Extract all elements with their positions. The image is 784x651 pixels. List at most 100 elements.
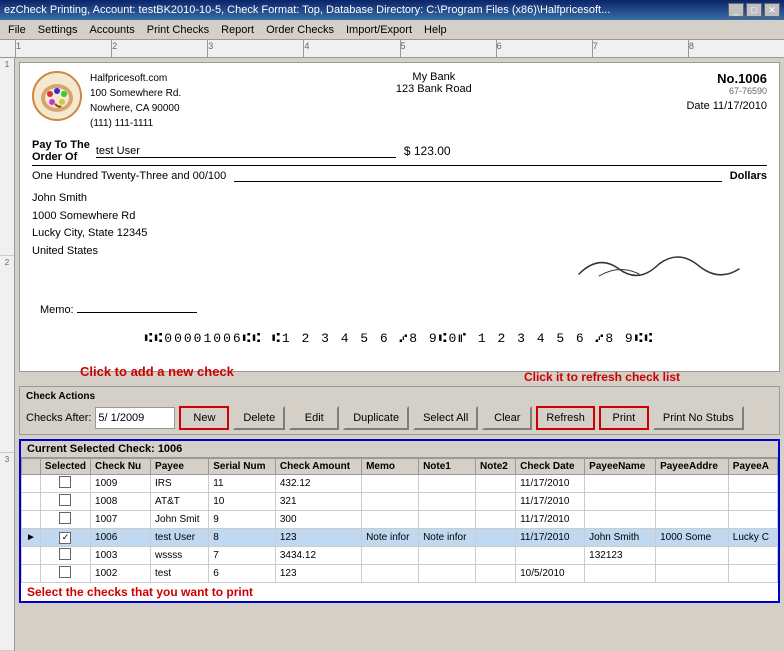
menu-bar: File Settings Accounts Print Checks Repo… — [0, 20, 784, 40]
row-memo — [362, 511, 419, 529]
close-button[interactable]: ✕ — [764, 3, 780, 17]
row-payee-addr — [656, 511, 729, 529]
check-actions-label: Check Actions — [26, 391, 773, 402]
row-payee: AT&T — [151, 493, 209, 511]
row-payee-addr — [656, 475, 729, 493]
row-serial: 7 — [209, 547, 276, 565]
check-routing: 67-76590 — [686, 86, 767, 96]
title-bar: ezCheck Printing, Account: testBK2010-10… — [0, 0, 784, 20]
check-logo-section: Halfpricesoft.com 100 Somewhere Rd. Nowh… — [32, 71, 181, 131]
palette-icon — [37, 76, 77, 116]
table-row[interactable]: ► ✓ 1006 test User 8 123 Note infor Note… — [22, 529, 778, 547]
row-payee-name — [585, 493, 656, 511]
check-signature-area — [559, 241, 759, 291]
row-serial: 11 — [209, 475, 276, 493]
table-row[interactable]: 1009 IRS 11 432.12 11/17/2010 — [22, 475, 778, 493]
print-button[interactable]: Print — [599, 406, 649, 430]
row-check-num: 1007 — [91, 511, 151, 529]
minimize-button[interactable]: _ — [728, 3, 744, 17]
menu-order-checks[interactable]: Order Checks — [260, 22, 340, 38]
row-checkbox[interactable] — [59, 548, 71, 560]
checks-after-input[interactable] — [95, 407, 175, 429]
row-checkbox[interactable] — [59, 494, 71, 506]
company-name: Halfpricesoft.com — [90, 71, 181, 86]
row-note1 — [419, 475, 476, 493]
row-amount: 3434.12 — [275, 547, 361, 565]
left-ruler: 1 2 3 — [0, 58, 15, 651]
row-date: 11/17/2010 — [516, 493, 585, 511]
ruler-mark-2: 2 — [111, 40, 207, 58]
row-note2 — [476, 493, 516, 511]
row-checkbox[interactable] — [59, 476, 71, 488]
memo-label: Memo: — [40, 304, 74, 316]
row-check-num: 1008 — [91, 493, 151, 511]
table-row[interactable]: 1002 test 6 123 10/5/2010 — [22, 565, 778, 583]
table-scroll[interactable]: Selected Check Nu Payee Serial Num Check… — [21, 458, 778, 583]
col-payee-addr: PayeeAddre — [656, 459, 729, 475]
col-note2: Note2 — [476, 459, 516, 475]
menu-file[interactable]: File — [2, 22, 32, 38]
row-payee: test User — [151, 529, 209, 547]
addressee-name: John Smith — [32, 190, 767, 208]
row-checkbox-cell[interactable] — [40, 547, 90, 565]
row-checkbox[interactable] — [59, 512, 71, 524]
check-logo — [32, 71, 82, 121]
new-button[interactable]: New — [179, 406, 229, 430]
table-row[interactable]: 1007 John Smit 9 300 11/17/2010 — [22, 511, 778, 529]
ruler-mark-3: 3 — [207, 40, 303, 58]
maximize-button[interactable]: □ — [746, 3, 762, 17]
check-actions-wrapper: Click it to refresh check list Check Act… — [19, 386, 780, 435]
check-memo-row: Memo: — [40, 304, 197, 316]
select-all-button[interactable]: Select All — [413, 406, 478, 430]
menu-help[interactable]: Help — [418, 22, 453, 38]
check-micr: ⑆⑆00001006⑆⑆ ⑆1 2 3 4 5 6 ⑇8 9⑆0⑈ 1 2 3 … — [20, 331, 779, 346]
col-note1: Note1 — [419, 459, 476, 475]
row-payee-a: Lucky C — [728, 529, 777, 547]
row-arrow-cell — [22, 511, 41, 529]
row-checkbox-cell[interactable] — [40, 565, 90, 583]
print-no-stubs-button[interactable]: Print No Stubs — [653, 406, 744, 430]
row-checkbox[interactable] — [59, 566, 71, 578]
clear-button[interactable]: Clear — [482, 406, 532, 430]
row-payee-a — [728, 511, 777, 529]
bank-name: My Bank — [396, 71, 472, 83]
row-note1: Note infor — [419, 529, 476, 547]
check-amount: $ 123.00 — [404, 144, 451, 158]
table-row[interactable]: 1003 wssss 7 3434.12 132123 — [22, 547, 778, 565]
row-payee-a — [728, 547, 777, 565]
delete-button[interactable]: Delete — [233, 406, 285, 430]
refresh-button[interactable]: Refresh — [536, 406, 595, 430]
row-serial: 9 — [209, 511, 276, 529]
row-check-num: 1006 — [91, 529, 151, 547]
menu-print-checks[interactable]: Print Checks — [141, 22, 215, 38]
actions-row: Checks After: New Delete Edit Duplicate … — [26, 406, 773, 430]
row-check-num: 1002 — [91, 565, 151, 583]
row-note2 — [476, 511, 516, 529]
bank-address: 123 Bank Road — [396, 83, 472, 95]
col-payee-a: PayeeA — [728, 459, 777, 475]
ruler-mark-4: 4 — [303, 40, 399, 58]
table-row[interactable]: 1008 AT&T 10 321 11/17/2010 — [22, 493, 778, 511]
pay-to-label: Pay To TheOrder Of — [32, 139, 90, 163]
content-area: Halfpricesoft.com 100 Somewhere Rd. Nowh… — [15, 58, 784, 651]
menu-import-export[interactable]: Import/Export — [340, 22, 418, 38]
menu-report[interactable]: Report — [215, 22, 260, 38]
row-checkbox-cell[interactable] — [40, 475, 90, 493]
col-arrow — [22, 459, 41, 475]
row-checkbox-cell[interactable]: ✓ — [40, 529, 90, 547]
row-checkbox[interactable]: ✓ — [59, 532, 71, 544]
col-payee: Payee — [151, 459, 209, 475]
edit-button[interactable]: Edit — [289, 406, 339, 430]
row-checkbox-cell[interactable] — [40, 493, 90, 511]
menu-accounts[interactable]: Accounts — [83, 22, 140, 38]
title-bar-buttons[interactable]: _ □ ✕ — [728, 3, 780, 17]
row-payee-addr — [656, 565, 729, 583]
duplicate-button[interactable]: Duplicate — [343, 406, 409, 430]
check-bank-section: My Bank 123 Bank Road — [396, 71, 472, 131]
menu-settings[interactable]: Settings — [32, 22, 84, 38]
row-checkbox-cell[interactable] — [40, 511, 90, 529]
dollars-label: Dollars — [730, 170, 767, 182]
table-head: Selected Check Nu Payee Serial Num Check… — [22, 459, 778, 475]
row-arrow-cell — [22, 565, 41, 583]
row-date: 11/17/2010 — [516, 529, 585, 547]
